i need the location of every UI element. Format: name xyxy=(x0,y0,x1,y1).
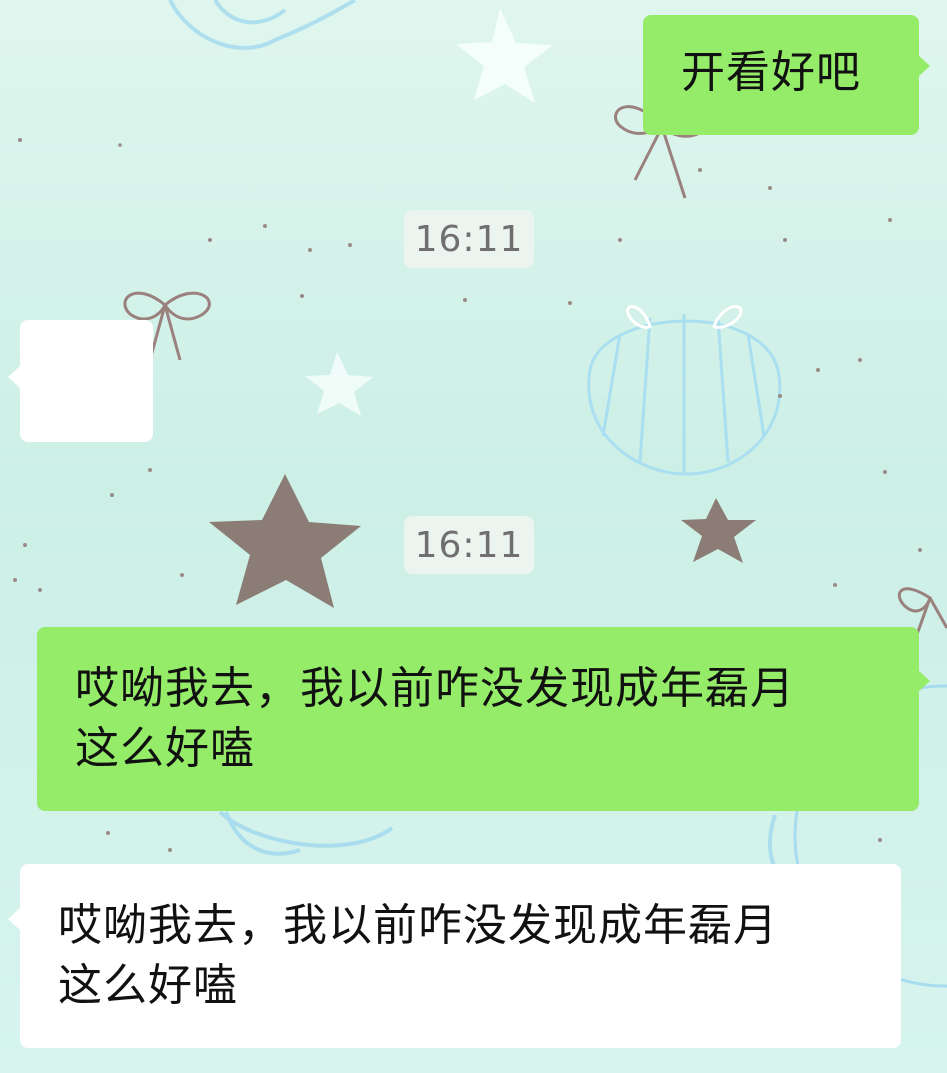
message-text-line: 哎呦我去，我以前咋没发现成年磊月 xyxy=(75,663,795,714)
message-bubble-outgoing[interactable]: 哎呦我去，我以前咋没发现成年磊月 这么好嗑 xyxy=(37,627,919,811)
message-text-line: 这么好嗑 xyxy=(75,723,255,774)
message-bubble-incoming[interactable]: 哎呦我去，我以前咋没发现成年磊月 这么好嗑 xyxy=(20,864,901,1048)
message-text-line: 这么好嗑 xyxy=(58,960,238,1011)
decorative-star-white-mid xyxy=(305,352,373,416)
timestamp: 16:11 xyxy=(404,516,534,574)
message-text-line: 哎呦我去，我以前咋没发现成年磊月 xyxy=(58,900,778,951)
decorative-star-brown-large xyxy=(209,474,361,608)
decorative-star-top xyxy=(456,8,553,103)
message-bubble-incoming[interactable] xyxy=(20,320,153,728)
bubble-tail xyxy=(8,366,20,388)
bubble-tail xyxy=(918,670,930,692)
decorative-shell xyxy=(587,305,782,476)
decorative-apple-top xyxy=(168,0,357,50)
timestamp: 16:11 xyxy=(404,210,534,268)
message-bubble-outgoing[interactable]: 开看好吧 xyxy=(643,15,919,135)
message-text: 开看好吧 xyxy=(681,47,861,98)
bubble-tail xyxy=(8,908,20,930)
decorative-star-brown-small xyxy=(681,498,756,563)
bubble-tail xyxy=(918,55,930,77)
